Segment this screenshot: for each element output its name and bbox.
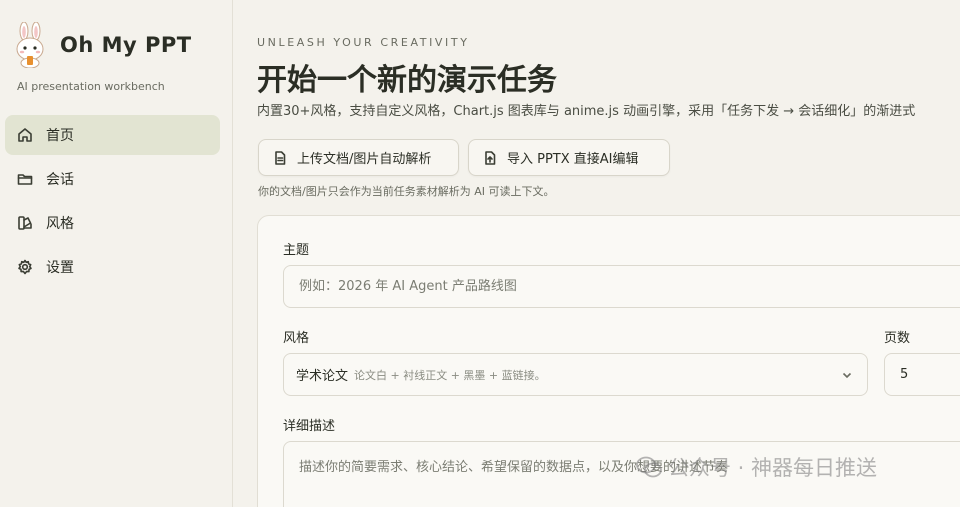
sidebar-item-label: 风格: [46, 216, 74, 232]
brand-subtitle: AI presentation workbench: [17, 80, 165, 93]
bunny-logo-icon: [16, 22, 44, 68]
detail-label: 详细描述: [283, 419, 336, 434]
style-select-hint: 论文白 + 衬线正文 + 黑墨 + 蓝链接。: [354, 368, 546, 382]
sidebar-item-styles[interactable]: 风格: [5, 203, 220, 243]
home-icon: [18, 128, 32, 142]
sidebar-item-label: 设置: [46, 260, 74, 276]
palette-icon: [18, 216, 32, 230]
upload-button-label: 上传文档/图片自动解析: [297, 152, 432, 167]
style-select-value: 学术论文: [296, 369, 349, 384]
upload-hint: 你的文档/图片只会作为当前任务素材解析为 AI 可读上下文。: [258, 185, 555, 198]
page-title: 开始一个新的演示任务: [257, 63, 557, 98]
sidebar-item-sessions[interactable]: 会话: [5, 159, 220, 199]
file-upload-icon: [485, 150, 496, 165]
sidebar-item-label: 会话: [46, 172, 74, 188]
chevron-down-icon: [842, 372, 852, 379]
style-select[interactable]: 学术论文 论文白 + 衬线正文 + 黑墨 + 蓝链接。: [283, 353, 868, 396]
pages-input[interactable]: [884, 353, 960, 396]
sidebar-item-label: 首页: [46, 128, 74, 144]
document-icon: [275, 150, 286, 165]
style-label: 风格: [283, 331, 310, 346]
folder-icon: [17, 174, 33, 185]
import-pptx-button[interactable]: 导入 PPTX 直接AI编辑: [468, 139, 670, 176]
import-button-label: 导入 PPTX 直接AI编辑: [507, 152, 639, 167]
main-content: UNLEASH YOUR CREATIVITY 开始一个新的演示任务 内置30+…: [257, 0, 960, 507]
sidebar-item-home[interactable]: 首页: [5, 115, 220, 155]
sidebar-nav: 首页 会话 风格 设置: [5, 115, 220, 291]
page-description: 内置30+风格，支持自定义风格，Chart.js 图表库与 anime.js 动…: [257, 104, 916, 119]
wechat-icon: [636, 456, 662, 478]
brand[interactable]: Oh My PPT: [10, 22, 192, 68]
sidebar-item-settings[interactable]: 设置: [5, 247, 220, 287]
gear-icon: [18, 259, 32, 275]
topic-label: 主题: [283, 243, 310, 258]
sidebar: Oh My PPT AI presentation workbench 首页 会…: [0, 0, 233, 507]
watermark: 公众号 · 神器每日推送: [636, 452, 877, 482]
watermark-text: 公众号 · 神器每日推送: [668, 456, 878, 480]
brand-title: Oh My PPT: [60, 33, 192, 57]
eyebrow-tagline: UNLEASH YOUR CREATIVITY: [257, 36, 470, 49]
topic-input[interactable]: [283, 265, 960, 308]
upload-document-button[interactable]: 上传文档/图片自动解析: [258, 139, 459, 176]
pages-label: 页数: [884, 331, 911, 346]
